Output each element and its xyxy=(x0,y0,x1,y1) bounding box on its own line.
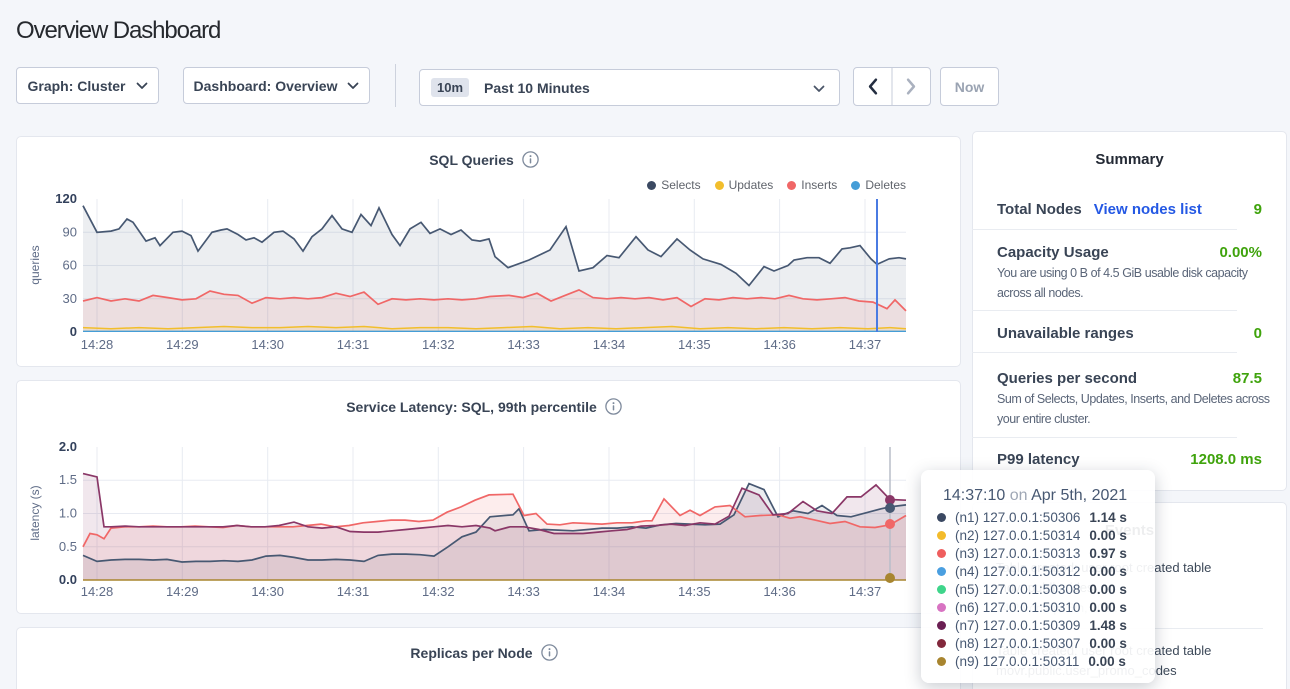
svg-text:14:35: 14:35 xyxy=(678,337,711,352)
svg-text:14:29: 14:29 xyxy=(166,584,199,599)
svg-text:2.0: 2.0 xyxy=(59,439,77,454)
svg-text:14:29: 14:29 xyxy=(166,337,199,352)
svg-text:14:34: 14:34 xyxy=(593,584,626,599)
svg-text:1.5: 1.5 xyxy=(59,472,77,487)
svg-text:0.5: 0.5 xyxy=(59,539,77,554)
svg-text:14:37: 14:37 xyxy=(849,337,882,352)
svg-text:1.0: 1.0 xyxy=(59,506,77,521)
svg-text:14:31: 14:31 xyxy=(337,584,370,599)
svg-text:14:35: 14:35 xyxy=(678,584,711,599)
svg-text:14:32: 14:32 xyxy=(422,584,455,599)
svg-text:14:33: 14:33 xyxy=(507,337,540,352)
svg-text:14:33: 14:33 xyxy=(507,584,540,599)
svg-text:queries: queries xyxy=(28,245,42,284)
svg-text:14:36: 14:36 xyxy=(763,337,796,352)
svg-text:0.0: 0.0 xyxy=(59,572,77,587)
svg-text:14:36: 14:36 xyxy=(763,584,796,599)
svg-text:14:30: 14:30 xyxy=(251,584,284,599)
svg-text:0: 0 xyxy=(70,324,77,339)
svg-text:14:31: 14:31 xyxy=(337,337,370,352)
svg-text:14:37: 14:37 xyxy=(849,584,882,599)
svg-text:60: 60 xyxy=(63,258,77,273)
svg-text:90: 90 xyxy=(63,224,77,239)
svg-text:14:28: 14:28 xyxy=(81,584,114,599)
svg-text:14:28: 14:28 xyxy=(81,337,114,352)
svg-text:14:30: 14:30 xyxy=(251,337,284,352)
svg-text:30: 30 xyxy=(63,291,77,306)
svg-text:14:32: 14:32 xyxy=(422,337,455,352)
svg-text:latency (s): latency (s) xyxy=(28,485,42,540)
svg-text:120: 120 xyxy=(55,191,77,206)
svg-text:14:34: 14:34 xyxy=(593,337,626,352)
